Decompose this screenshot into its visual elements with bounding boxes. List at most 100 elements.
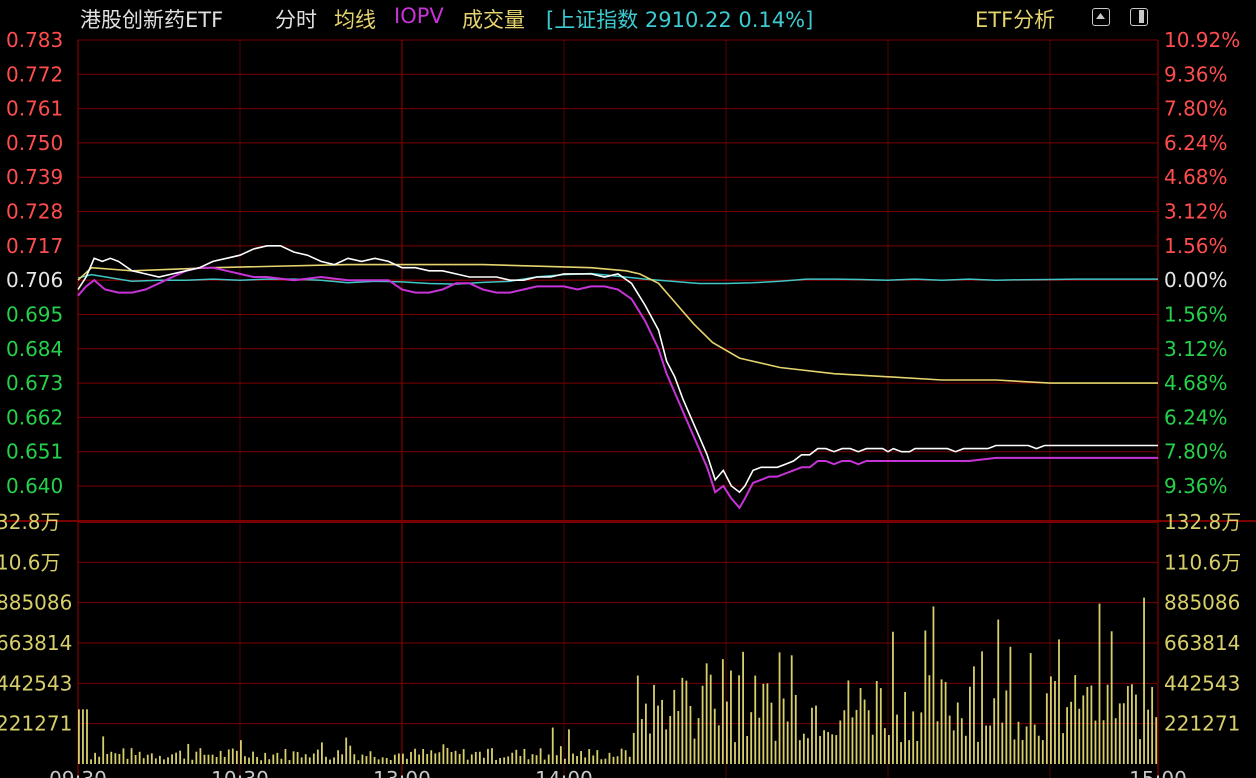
volume-bar [612, 756, 615, 764]
volume-bar [527, 759, 530, 764]
volume-bar [944, 682, 947, 764]
volume-bar [276, 752, 279, 764]
price-tick-label: 0.662 [6, 405, 63, 429]
volume-bar [624, 750, 627, 764]
volume-bar [1009, 646, 1012, 764]
volume-bar [790, 655, 793, 764]
pct-tick-label: 4.68% [1164, 165, 1228, 189]
volume-bar [892, 631, 894, 764]
volume-bar [697, 718, 700, 764]
volume-bar [304, 754, 307, 764]
volume-bar [503, 757, 506, 764]
volume-bar [1094, 720, 1097, 764]
volume-bar [381, 757, 384, 764]
volume-bar [596, 750, 599, 764]
volume-bar [159, 755, 161, 764]
volume-bar [685, 680, 688, 764]
volume-bar [1078, 708, 1081, 764]
volume-bar [649, 733, 651, 764]
volume-tick-label: 10.6万 [0, 550, 61, 574]
volume-bar [163, 759, 165, 764]
volume-bar [240, 740, 242, 764]
volume-bar [361, 754, 364, 764]
volume-bar [438, 752, 441, 764]
volume-bar [932, 606, 935, 764]
volume-bar [794, 694, 797, 764]
volume-bar [628, 756, 631, 764]
volume-bar [94, 752, 96, 764]
volume-bar [321, 742, 323, 764]
volume-bar [766, 683, 769, 764]
volume-bar [1013, 739, 1016, 764]
volume-bar [1082, 695, 1085, 764]
volume-bar [568, 729, 570, 764]
volume-bar [1025, 726, 1028, 764]
volume-bar [167, 757, 169, 764]
volume-tick-label: 32.8万 [0, 510, 61, 534]
volume-bar [742, 651, 744, 764]
volume-bar [940, 679, 943, 764]
pct-tick-label: 9.36% [1164, 62, 1228, 86]
volume-bar [487, 748, 489, 764]
volume-bar [1155, 717, 1158, 764]
volume-bar [863, 699, 866, 764]
volume-tick-label-right: 885086 [1164, 591, 1240, 615]
pct-tick-label: 1.56% [1164, 302, 1228, 326]
volume-bar [312, 753, 315, 764]
volume-bar [798, 740, 801, 764]
volume-bar [171, 754, 173, 764]
volume-bar [478, 751, 481, 764]
volume-bar [316, 749, 319, 764]
price-tick-label: 0.728 [6, 200, 63, 224]
volume-bar [154, 758, 157, 764]
time-tick-label: 09:30 [49, 767, 107, 778]
volume-bar [956, 702, 959, 764]
volume-tick-label: 663814 [0, 631, 72, 655]
volume-bar [843, 710, 846, 764]
volume-bar [778, 652, 781, 764]
price-tick-label: 0.695 [6, 302, 63, 326]
volume-bar [847, 680, 850, 764]
volume-bar [90, 759, 92, 764]
volume-bar [758, 717, 761, 764]
volume-bar [673, 689, 676, 764]
volume-bar [912, 711, 915, 764]
volume-bar [1021, 740, 1024, 764]
volume-tick-label-right: 132.8万 [1164, 510, 1241, 534]
volume-tick-label-right: 663814 [1164, 631, 1240, 655]
volume-bar [199, 748, 202, 764]
volume-bar [592, 755, 595, 764]
volume-bar [859, 688, 862, 764]
volume-bar [462, 749, 465, 764]
volume-bar [215, 756, 218, 764]
volume-bar [576, 755, 578, 764]
volume-bar [993, 698, 996, 764]
volume-tick-label: 221271 [0, 712, 72, 736]
volume-bar [823, 730, 825, 764]
volume-bar [754, 675, 757, 764]
volume-bar [657, 705, 659, 764]
intraday-chart: 0.783 10.92% 0.772 9.36% 0.761 7.80% 0.750 6.24… [0, 28, 1256, 778]
volume-bar [936, 721, 939, 764]
volume-bar [183, 758, 186, 764]
volume-bar [964, 735, 967, 764]
volume-bar [811, 707, 813, 764]
volume-bar [689, 705, 692, 764]
time-tick-label: 13:00 [373, 767, 431, 778]
volume-bar [713, 708, 716, 764]
volume-bar [114, 753, 117, 764]
volume-bar [1070, 701, 1073, 764]
volume-bar [734, 742, 736, 764]
volume-bar [1098, 603, 1101, 764]
volume-bar [1118, 703, 1121, 764]
volume-bar [397, 753, 400, 764]
volume-bar [1151, 686, 1154, 764]
volume-bar [989, 725, 992, 764]
volume-bar [620, 748, 623, 764]
volume-bar [701, 685, 704, 764]
volume-bar [807, 738, 809, 764]
volume-bar [442, 744, 445, 764]
volume-bar [106, 753, 109, 764]
volume-bar [985, 725, 987, 764]
volume-bar [179, 750, 182, 764]
